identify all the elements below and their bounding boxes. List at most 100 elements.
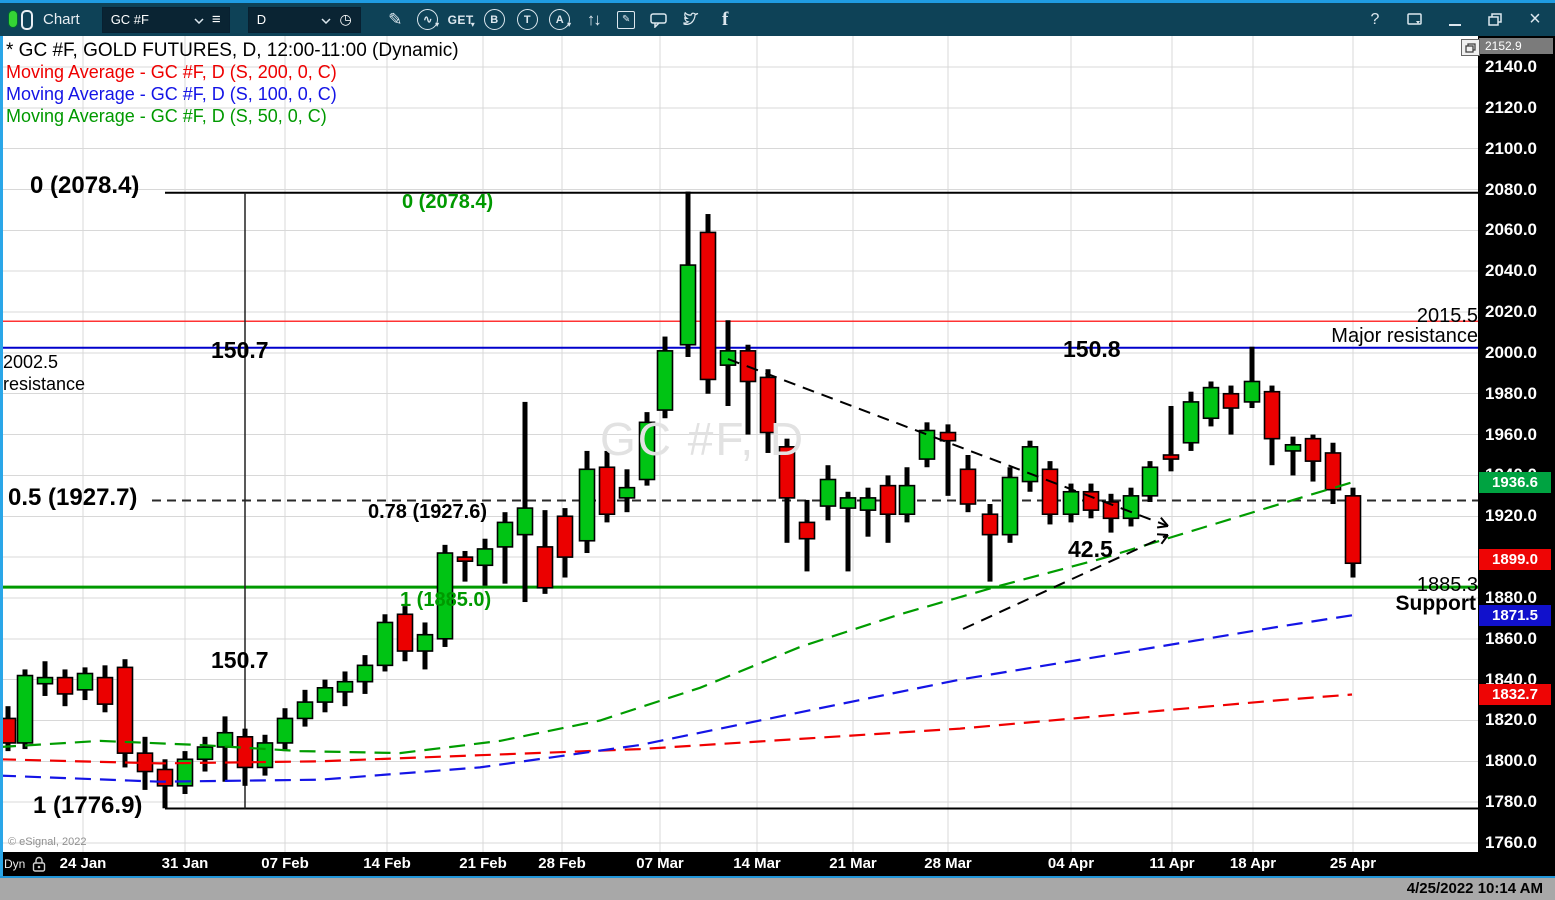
twitter-share-button[interactable] xyxy=(676,6,709,34)
minimize-button[interactable] xyxy=(1435,6,1475,34)
candle-down xyxy=(116,666,134,754)
fib-1-label[interactable]: 1 (1776.9) xyxy=(33,792,142,820)
x-axis-date-label: 28 Feb xyxy=(538,855,586,872)
candle-down xyxy=(981,513,999,536)
lock-icon[interactable] xyxy=(32,856,46,872)
y-axis-tick: 2100.0 xyxy=(1485,138,1537,158)
measure-42-5-label[interactable]: 42.5 xyxy=(1068,536,1113,563)
candle-down xyxy=(598,466,616,516)
resistance-label[interactable]: resistance xyxy=(3,374,85,395)
window-left-edge xyxy=(0,36,3,876)
clock-timestamp: 4/25/2022 10:14 AM xyxy=(1406,880,1543,897)
price-badge: 1871.5 xyxy=(1479,604,1551,626)
candle-up xyxy=(216,731,234,748)
minimize-icon xyxy=(1449,23,1461,26)
x-axis-date-label: 11 Apr xyxy=(1149,855,1195,872)
esignal-copyright: © eSignal, 2022 xyxy=(8,836,87,848)
symbol-value: GC #F xyxy=(110,12,149,27)
close-button[interactable]: × xyxy=(1515,6,1555,34)
x-axis-date-label: 21 Mar xyxy=(829,855,877,872)
window-menu-button[interactable] xyxy=(1395,6,1435,34)
candle-up xyxy=(16,674,34,744)
note-pencil-icon: ✎ xyxy=(617,10,636,29)
y-axis-tick: 2020.0 xyxy=(1485,302,1537,322)
fib-0-label[interactable]: 0 (2078.4) xyxy=(30,172,139,200)
y-axis-tick: 1780.0 xyxy=(1485,792,1537,812)
toolbar: Chart GC #F ≡ D ◷ ✎ ∿ ▾ GET ▾ B T A ▾ ↑↓ ✎ … xyxy=(0,0,1555,36)
caret-down-icon: ▾ xyxy=(435,20,440,29)
candle-down xyxy=(396,613,414,652)
y-axis-tick: 1760.0 xyxy=(1485,833,1537,852)
date-axis[interactable]: Dyn 24 Jan 31 Jan 07 Feb 14 Feb 21 Feb 28 Feb… xyxy=(0,852,1555,876)
restore-button[interactable] xyxy=(1475,6,1515,34)
legend-ma-200[interactable]: Moving Average - GC #F, D (S, 200, 0, C) xyxy=(6,62,337,83)
measure-150-7-top-label[interactable]: 150.7 xyxy=(211,337,269,364)
y-axis-tick: 1860.0 xyxy=(1485,628,1537,648)
price-axis[interactable]: 2152.9 2140.0 2120.0 2100.0 2080.0 2060.0 204… xyxy=(1478,36,1555,852)
candle-up xyxy=(516,507,534,536)
symbol-list-icon[interactable]: ≡ xyxy=(212,11,221,28)
help-button[interactable]: ? xyxy=(1355,6,1395,34)
chart-region: GC #F, D * GC #F, GOLD FUTURES, D, 12:00… xyxy=(0,36,1480,852)
legend-ma-100[interactable]: Moving Average - GC #F, D (S, 100, 0, C) xyxy=(6,84,337,105)
line-tools-button[interactable]: ∿ ▾ xyxy=(412,6,445,34)
bar-type-button[interactable]: B xyxy=(478,6,511,34)
facebook-share-button[interactable]: f xyxy=(709,6,742,34)
candle-up xyxy=(679,264,697,346)
interval-dropdown[interactable]: D ◷ xyxy=(247,6,361,33)
get-quote-button[interactable]: GET ▾ xyxy=(445,6,478,34)
interval-clock-icon[interactable]: ◷ xyxy=(339,11,351,28)
candle-up xyxy=(276,717,294,744)
x-axis-date-label: 31 Jan xyxy=(161,855,209,872)
legend-ma-50[interactable]: Moving Average - GC #F, D (S, 50, 0, C) xyxy=(6,106,327,127)
candle-down xyxy=(1041,468,1059,516)
connection-light-off xyxy=(21,9,33,30)
candle-up xyxy=(316,686,334,703)
candle-up xyxy=(376,621,394,667)
annotation-tool-button[interactable]: A ▾ xyxy=(544,6,577,34)
candle-down xyxy=(1263,390,1281,440)
trendline xyxy=(962,534,1169,630)
candle-down xyxy=(699,231,717,381)
status-bar: 4/25/2022 10:14 AM xyxy=(0,876,1555,900)
chat-button[interactable] xyxy=(643,6,676,34)
fib-1-green-label[interactable]: 1 (1885.0) xyxy=(400,589,491,612)
candle-up xyxy=(476,548,494,567)
candle-up xyxy=(1182,401,1200,444)
candle-down xyxy=(1324,452,1342,491)
connection-status-icon xyxy=(8,9,33,30)
measure-150-7-bottom-label[interactable]: 150.7 xyxy=(211,647,269,674)
axis-restore-button[interactable] xyxy=(1461,39,1480,56)
fib-0-green-label[interactable]: 0 (2078.4) xyxy=(402,191,493,214)
candle-up xyxy=(578,468,596,542)
sort-arrows-button[interactable]: ↑↓ xyxy=(577,6,610,34)
fib-05-label[interactable]: 0.5 (1927.7) xyxy=(8,484,137,512)
candle-wick xyxy=(1168,405,1174,472)
y-axis-tick: 2080.0 xyxy=(1485,179,1537,199)
candle-down xyxy=(959,468,977,505)
candle-wick xyxy=(1290,436,1296,476)
chart-title[interactable]: * GC #F, GOLD FUTURES, D, 12:00-11:00 (D… xyxy=(6,40,459,62)
x-axis-date-label: 28 Mar xyxy=(924,855,972,872)
y-axis-tick: 1980.0 xyxy=(1485,383,1537,403)
candle-up xyxy=(1062,490,1080,516)
x-axis-date-label: 04 Apr xyxy=(1047,855,1095,872)
notes-button[interactable]: ✎ xyxy=(610,6,643,34)
y-axis-tick: 2060.0 xyxy=(1485,220,1537,240)
support-label[interactable]: Support xyxy=(1396,592,1476,616)
resistance-price-label[interactable]: 2002.5 xyxy=(3,352,58,373)
text-tool-button[interactable]: T xyxy=(511,6,544,34)
candle-up xyxy=(36,676,54,685)
x-axis-date-label: 21 Feb xyxy=(459,855,507,872)
twitter-icon xyxy=(683,12,699,25)
arrowhead-icon xyxy=(1156,525,1169,529)
symbol-dropdown[interactable]: GC #F ≡ xyxy=(101,6,230,33)
y-axis-tick: 1820.0 xyxy=(1485,710,1537,730)
major-resistance-label[interactable]: Major resistance xyxy=(1331,325,1478,348)
draw-pencil-button[interactable]: ✎ xyxy=(379,6,412,34)
candle-up xyxy=(196,746,214,761)
candle-up xyxy=(819,478,837,507)
fib-078-label[interactable]: 0.78 (1927.6) xyxy=(368,501,487,524)
candle-down xyxy=(1344,495,1362,565)
measure-150-8-label[interactable]: 150.8 xyxy=(1063,336,1121,363)
